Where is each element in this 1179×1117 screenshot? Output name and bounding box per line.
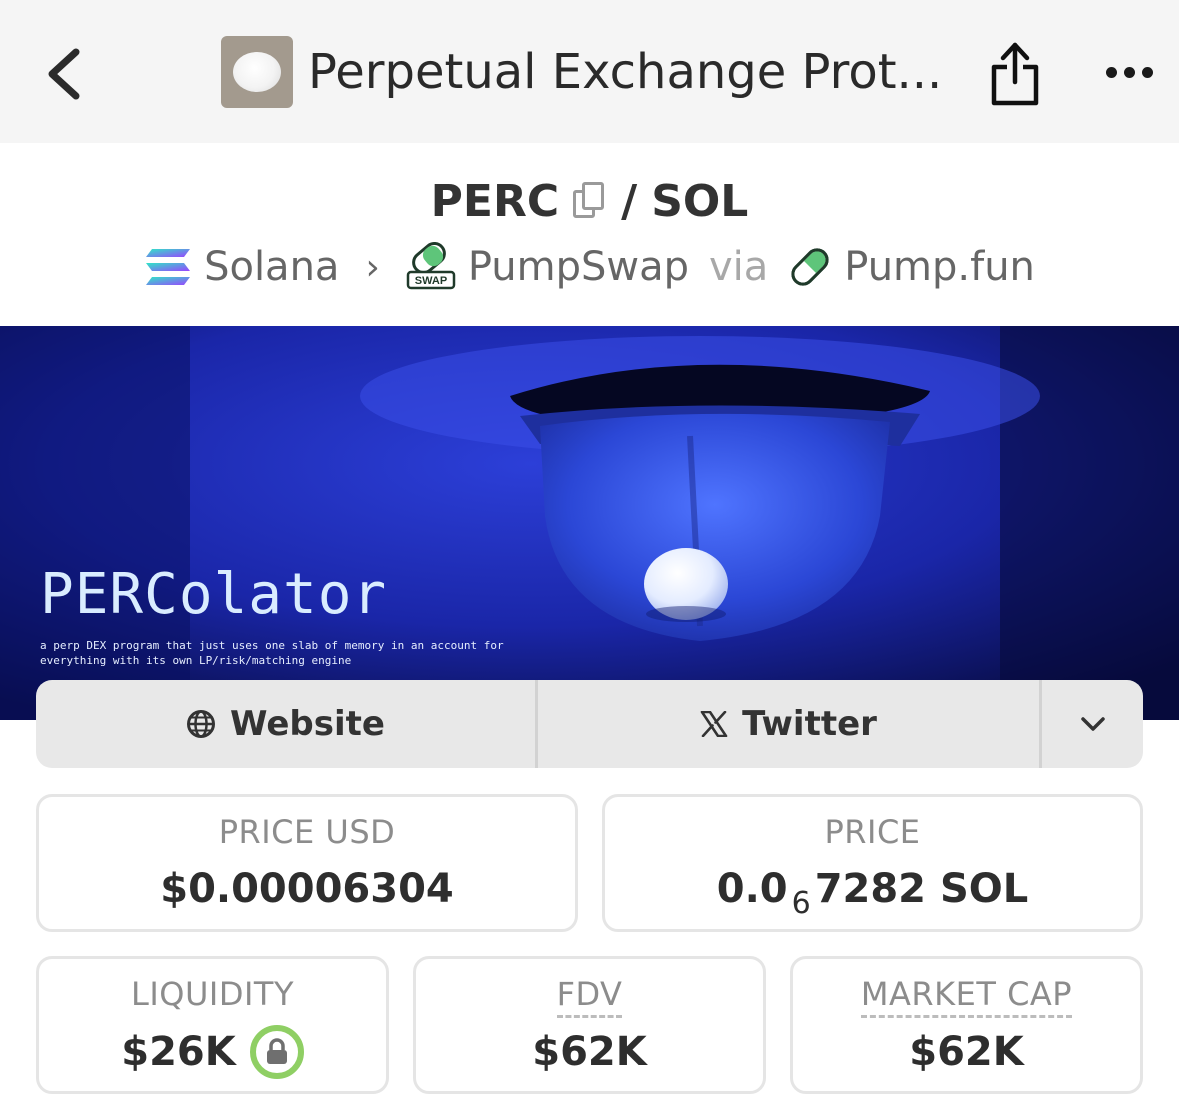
more-links-dropdown[interactable] <box>1042 680 1143 768</box>
x-logo-icon <box>700 711 728 737</box>
back-chevron-icon <box>48 48 80 100</box>
page-title: Perpetual Exchange Prot... <box>308 44 943 100</box>
price-sol-prefix: 0.0 <box>716 866 788 912</box>
market-cap-value: $62K <box>909 1029 1024 1075</box>
twitter-button[interactable]: Twitter <box>538 680 1042 768</box>
price-sol-label: PRICE <box>824 813 921 851</box>
twitter-label: Twitter <box>742 704 877 744</box>
fdv-label[interactable]: FDV <box>556 975 623 1018</box>
token-banner-image: PERColator a perp DEX program that just … <box>0 326 1179 720</box>
share-button[interactable] <box>986 36 1044 108</box>
social-links-bar: Website Twitter <box>36 680 1143 768</box>
pumpfun-pill-icon <box>791 248 829 286</box>
pill-image <box>233 52 281 92</box>
price-usd-label: PRICE USD <box>218 813 396 851</box>
pair-title: PERC / SOL <box>0 172 1179 230</box>
base-token-symbol: PERC <box>430 175 560 227</box>
price-sol-card: PRICE 0.0 6 7282 SOL <box>602 794 1143 932</box>
banner-subtitle: a perp DEX program that just uses one sl… <box>40 639 504 667</box>
back-button[interactable] <box>36 42 92 106</box>
share-icon <box>991 42 1039 106</box>
liquidity-label: LIQUIDITY <box>131 975 294 1013</box>
top-nav-bar: Perpetual Exchange Prot... <box>0 0 1179 143</box>
liquidity-locked-badge[interactable] <box>249 1025 304 1079</box>
price-sol-zero-count: 6 <box>791 885 811 921</box>
chain-link[interactable]: Solana <box>144 244 339 290</box>
solana-icon <box>146 249 191 285</box>
website-label: Website <box>230 704 385 744</box>
pumpswap-badge-text: SWAP <box>415 275 447 287</box>
token-avatar <box>221 36 293 108</box>
quote-token-symbol: SOL <box>651 175 749 227</box>
pumpswap-icon: SWAP <box>406 242 456 290</box>
via-label: via <box>708 244 769 290</box>
price-usd-card: PRICE USD $0.00006304 <box>36 794 578 932</box>
liquidity-card: LIQUIDITY $26K <box>36 956 389 1094</box>
pair-separator: / <box>621 175 638 227</box>
copy-icon[interactable] <box>573 182 607 220</box>
price-sol-value: 0.0 6 7282 SOL <box>605 861 1140 921</box>
launchpad-name: Pump.fun <box>844 244 1035 290</box>
market-cap-label[interactable]: MARKET CAP <box>860 975 1073 1018</box>
breadcrumb: Solana › SWAP PumpSwap via Pump.fun <box>0 238 1179 296</box>
launchpad-link[interactable]: Pump.fun <box>788 244 1035 290</box>
chain-name: Solana <box>204 244 340 290</box>
website-button[interactable]: Website <box>36 680 538 768</box>
banner-title: PERColator <box>40 562 388 627</box>
price-sol-suffix: 7282 SOL <box>814 866 1029 912</box>
dex-link[interactable]: SWAP PumpSwap <box>406 242 689 292</box>
lock-icon <box>266 1038 287 1064</box>
breadcrumb-chevron-icon: › <box>365 246 380 288</box>
globe-icon <box>187 710 216 738</box>
dex-name: PumpSwap <box>467 244 689 290</box>
liquidity-value: $26K <box>121 1029 236 1075</box>
price-usd-value: $0.00006304 <box>160 866 454 912</box>
more-dots-icon <box>1105 66 1117 78</box>
more-options-button[interactable] <box>1098 50 1160 94</box>
market-cap-card: MARKET CAP $62K <box>790 956 1143 1094</box>
fdv-card: FDV $62K <box>413 956 766 1094</box>
fdv-value: $62K <box>532 1029 647 1075</box>
chevron-down-icon <box>1080 717 1105 731</box>
